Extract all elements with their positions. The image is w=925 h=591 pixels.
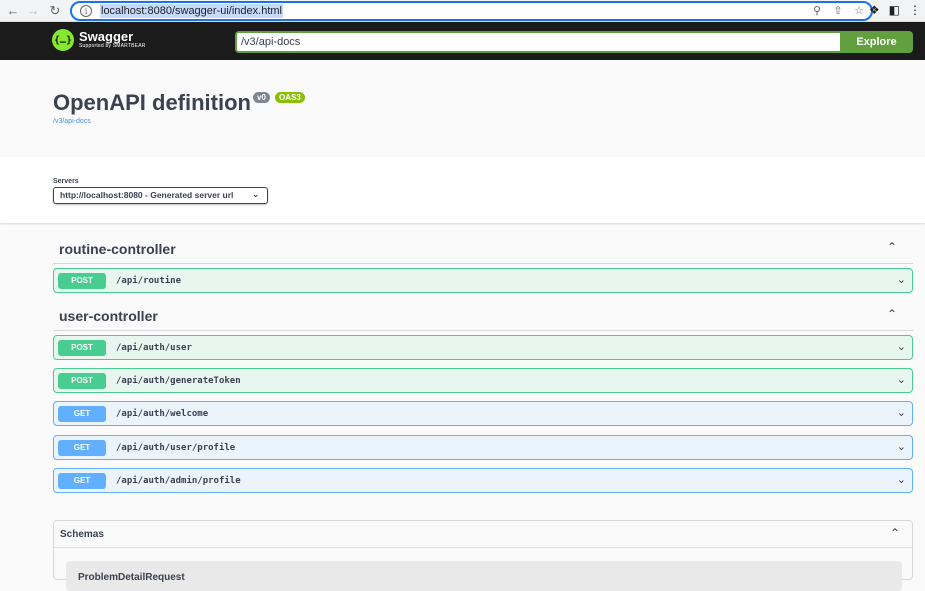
schemas-section: Schemas ⌃ ProblemDetailRequest <box>53 520 913 591</box>
reload-icon[interactable]: ↻ <box>45 1 65 21</box>
chevron-down-icon[interactable]: ⌄ <box>897 340 906 353</box>
operation-path: /api/auth/admin/profile <box>116 475 241 486</box>
sidepanel-icon[interactable]: ◧ <box>889 3 900 17</box>
operation-path: /api/auth/welcome <box>116 408 209 419</box>
opblock-get-api-auth-admin-profile[interactable]: GET /api/auth/admin/profile ⌄ <box>53 468 913 493</box>
schemas-header[interactable]: Schemas ⌃ <box>54 521 912 548</box>
tag-name: user-controller <box>59 307 158 324</box>
swagger-logo[interactable]: {…} Swagger Supported by SMARTBEAR <box>52 29 146 51</box>
chevron-down-icon[interactable]: ⌄ <box>897 406 906 419</box>
address-bar-url[interactable]: localhost:8080/swagger-ui/index.html <box>100 4 283 18</box>
opblock-post-api-routine[interactable]: POST /api/routine ⌄ <box>53 268 913 293</box>
opblock-get-api-auth-welcome[interactable]: GET /api/auth/welcome ⌄ <box>53 401 913 426</box>
operation-path: /api/auth/user <box>116 342 192 353</box>
servers-section: Servers http://localhost:8080 - Generate… <box>0 157 925 223</box>
method-badge: POST <box>58 372 106 389</box>
zoom-icon[interactable]: ⚲ <box>811 4 823 17</box>
oas-badge: OAS3 <box>275 92 305 103</box>
method-badge: POST <box>58 272 106 289</box>
chevron-up-icon[interactable]: ⌃ <box>887 307 897 321</box>
opblock-get-api-auth-user-profile[interactable]: GET /api/auth/user/profile ⌄ <box>53 435 913 460</box>
opblock-post-api-auth-user[interactable]: POST /api/auth/user ⌄ <box>53 335 913 360</box>
explore-button[interactable]: Explore <box>840 31 913 53</box>
tag-header-routine-controller[interactable]: routine-controller ⌃ <box>53 234 913 264</box>
tag-name: routine-controller <box>59 240 176 257</box>
servers-label: Servers <box>53 178 79 185</box>
method-badge: GET <box>58 472 106 489</box>
page-title: OpenAPI definition <box>53 90 251 115</box>
bookmark-star-icon[interactable]: ☆ <box>853 4 865 17</box>
version-badge: v0 <box>253 92 270 103</box>
spec-link[interactable]: /v3/api-docs <box>53 118 91 125</box>
spec-url-input[interactable]: /v3/api-docs <box>235 31 840 53</box>
method-badge: GET <box>58 439 106 456</box>
schema-name: ProblemDetailRequest <box>78 572 185 583</box>
chevron-down-icon: ⌄ <box>252 190 259 199</box>
chevron-down-icon[interactable]: ⌄ <box>897 473 906 486</box>
chevron-down-icon[interactable]: ⌄ <box>897 273 906 286</box>
operation-path: /api/routine <box>116 275 182 286</box>
method-badge: POST <box>58 339 106 356</box>
logo-subtitle: Supported by SMARTBEAR <box>79 43 146 49</box>
tag-header-user-controller[interactable]: user-controller ⌃ <box>53 301 913 331</box>
chevron-up-icon[interactable]: ⌃ <box>890 526 900 540</box>
site-info-icon[interactable]: i <box>80 5 92 17</box>
method-badge: GET <box>58 405 106 422</box>
swagger-topbar: {…} Swagger Supported by SMARTBEAR /v3/a… <box>0 22 925 60</box>
back-arrow-icon[interactable]: ← <box>3 1 23 21</box>
forward-arrow-icon[interactable]: → <box>23 1 43 21</box>
schemas-title: Schemas <box>60 528 104 540</box>
extensions-puzzle-icon[interactable]: ❖ <box>869 3 880 17</box>
info-section: OpenAPI definition v0 OAS3 /v3/api-docs <box>0 60 925 157</box>
operation-path: /api/auth/user/profile <box>116 442 236 453</box>
browser-toolbar: ← → ↻ i localhost:8080/swagger-ui/index.… <box>0 0 925 22</box>
chevron-down-icon[interactable]: ⌄ <box>897 373 906 386</box>
opblock-post-api-auth-generatetoken[interactable]: POST /api/auth/generateToken ⌄ <box>53 368 913 393</box>
operation-path: /api/auth/generateToken <box>116 375 241 386</box>
schema-item[interactable]: ProblemDetailRequest <box>66 561 902 591</box>
logo-title: Swagger <box>79 29 134 44</box>
swagger-logo-icon: {…} <box>52 29 74 51</box>
chevron-up-icon[interactable]: ⌃ <box>887 240 897 254</box>
chevron-down-icon[interactable]: ⌄ <box>897 440 906 453</box>
servers-select[interactable]: http://localhost:8080 - Generated server… <box>53 187 268 204</box>
share-icon[interactable]: ⇧ <box>832 4 844 17</box>
address-bar[interactable]: i localhost:8080/swagger-ui/index.html ⚲… <box>70 1 873 21</box>
servers-selected-value: http://localhost:8080 - Generated server… <box>60 190 234 200</box>
menu-dots-icon[interactable]: ⋮ <box>909 3 921 17</box>
